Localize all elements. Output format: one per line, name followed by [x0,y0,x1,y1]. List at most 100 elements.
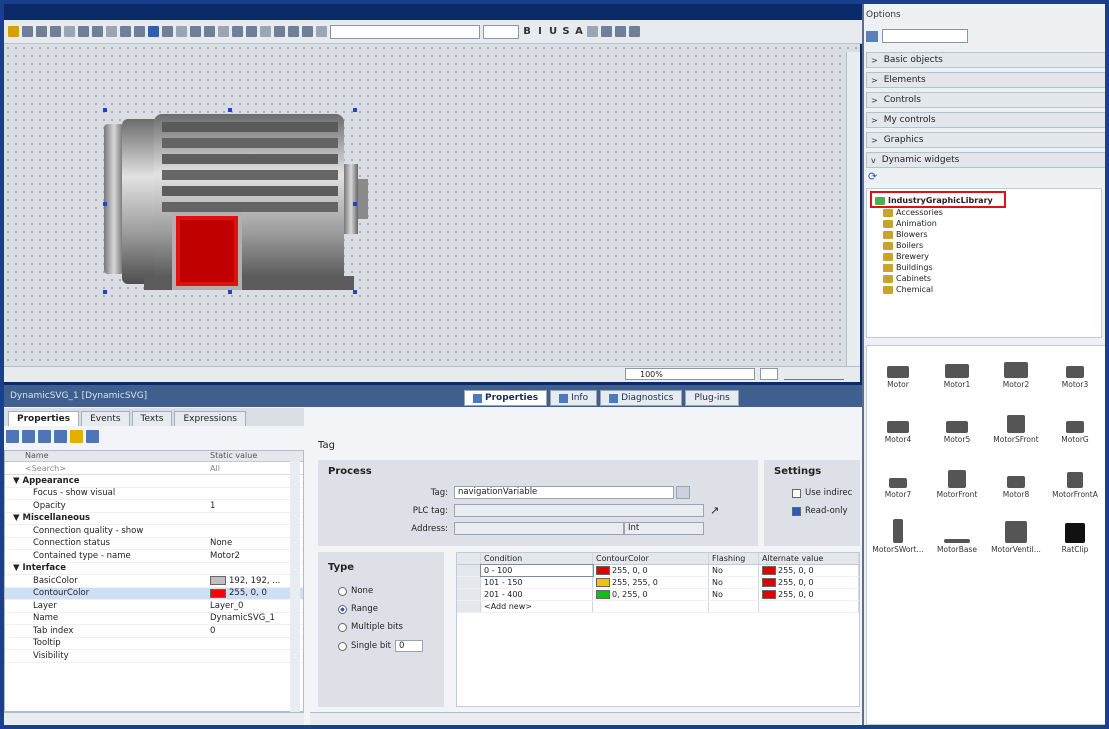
align-center-icon[interactable] [36,26,47,37]
table-row[interactable]: 201 - 400 0, 255, 0 No 255, 0, 0 [457,589,859,601]
category-item[interactable]: > Elements [866,72,1106,88]
properties-horizontal-scrollbar[interactable] [310,712,860,726]
library-folder-item[interactable]: Boilers [867,240,1101,251]
condition-cell[interactable]: 101 - 150 [481,577,593,588]
property-row[interactable]: Layer Layer_0 [5,600,303,613]
property-row[interactable]: ▼ Miscellaneous [5,513,303,525]
link-icon[interactable]: ↗ [710,504,719,517]
condition-cell[interactable]: 0 - 100 [480,564,594,577]
same-width-icon[interactable] [120,26,131,37]
property-row[interactable]: Connection quality - show [5,525,303,538]
type-none-radio[interactable]: None [338,586,373,596]
table-row[interactable]: 101 - 150 255, 255, 0 No 255, 0, 0 [457,577,859,589]
font-select[interactable] [330,24,480,39]
color-swatch[interactable] [210,576,226,586]
color-swatch[interactable] [210,588,226,598]
table-row[interactable]: 0 - 100 255, 0, 0 No 255, 0, 0 [457,564,859,577]
widget-thumbnail[interactable]: MotorFrontA [1046,464,1104,499]
property-horizontal-scrollbar[interactable] [4,712,304,726]
filter-icon[interactable] [54,430,67,443]
zoom-field[interactable]: 100% [625,368,755,380]
property-row[interactable]: ContourColor 255, 0, 0 [5,587,303,600]
flashing-cell[interactable] [709,601,759,612]
widget-thumbnail[interactable]: MotorG [1046,409,1104,444]
canvas-vertical-scrollbar[interactable] [846,52,860,366]
alternate-value-cell[interactable] [759,601,859,612]
widget-thumbnail[interactable]: MotorSWort... [869,519,927,554]
text-color-icon[interactable] [587,26,598,37]
align-text-center-icon[interactable] [615,26,626,37]
color-line-icon[interactable] [288,26,299,37]
library-folder-item[interactable]: Chemical [867,284,1101,295]
widget-thumbnail[interactable]: Motor3 [1046,354,1104,389]
property-row[interactable]: Tab index 0 [5,625,303,638]
widget-thumbnail[interactable]: Motor7 [869,464,927,499]
condition-cell[interactable]: 201 - 400 [481,589,593,600]
zoom-slider[interactable] [784,368,844,380]
library-folder-item[interactable]: Cabinets [867,273,1101,284]
condition-cell[interactable]: <Add new> [481,601,593,612]
toolbar-tool-icon[interactable] [8,26,19,37]
library-folder-item[interactable]: Animation [867,218,1101,229]
property-row[interactable]: Contained type - name Motor2 [5,550,303,563]
category-item[interactable]: > Graphics [866,132,1106,148]
bold-button[interactable]: B [522,26,532,37]
category-item[interactable]: > Controls [866,92,1106,108]
property-filter-select[interactable]: All [210,464,220,473]
property-row[interactable]: Tooltip [5,638,303,650]
category-item[interactable]: v Dynamic widgets [866,152,1106,168]
read-only-checkbox[interactable]: Read-only [792,506,848,516]
selection-handle[interactable] [353,108,357,112]
tab-properties[interactable]: Properties [464,390,548,406]
property-row[interactable]: BasicColor 192, 192, ... [5,575,303,588]
selection-handle[interactable] [353,290,357,294]
grid-icon[interactable] [246,26,257,37]
property-search-input[interactable]: <Search> [5,464,210,473]
library-folder-item[interactable]: Blowers [867,229,1101,240]
options-select[interactable] [882,29,968,43]
selection-handle[interactable] [103,108,107,112]
category-icon[interactable] [22,430,35,443]
align-middle-icon[interactable] [78,26,89,37]
library-folder-item[interactable]: Buildings [867,262,1101,273]
ungroup-icon[interactable] [162,26,173,37]
selection-handle[interactable] [103,202,107,206]
subtab-properties[interactable]: Properties [8,411,80,426]
widget-thumbnail[interactable]: Motor4 [869,409,927,444]
underline-button[interactable]: U [548,26,558,37]
layer-icon[interactable] [232,26,243,37]
contour-color-cell[interactable]: 0, 255, 0 [593,589,709,600]
property-row[interactable]: ▼ Appearance [5,475,303,488]
widget-thumbnail[interactable]: Motor [869,354,927,389]
favorite-icon[interactable] [70,430,83,443]
line-style-icon[interactable] [316,26,327,37]
align-top-icon[interactable] [64,26,75,37]
contour-color-cell[interactable]: 255, 255, 0 [593,577,709,588]
widget-thumbnail[interactable]: Motor5 [928,409,986,444]
flashing-cell[interactable]: No [709,589,759,600]
property-list-scrollbar[interactable] [290,461,300,712]
tag-input[interactable]: navigationVariable [454,486,674,499]
flashing-cell[interactable]: No [709,565,759,576]
single-bit-stepper[interactable]: 0 [394,640,423,652]
tab-plugins[interactable]: Plug-ins [685,390,739,406]
library-folder-item[interactable]: Accessories [867,207,1101,218]
screen-canvas[interactable] [4,44,860,366]
table-row[interactable]: <Add new> [457,601,859,613]
use-indirect-checkbox[interactable]: Use indirec [792,488,852,498]
font-size-select[interactable] [483,24,519,39]
property-row[interactable]: Opacity 1 [5,500,303,513]
list-icon[interactable] [38,430,51,443]
align-left-icon[interactable] [22,26,33,37]
align-text-right-icon[interactable] [629,26,640,37]
same-height-icon[interactable] [134,26,145,37]
type-multiple-bits-radio[interactable]: Multiple bits [338,622,403,632]
selection-handle[interactable] [228,108,232,112]
widget-thumbnail[interactable]: RatClip [1046,519,1104,554]
type-range-radio[interactable]: Range [338,604,378,614]
property-row[interactable]: ▼ Interface [5,563,303,575]
color-fill-icon[interactable] [274,26,285,37]
property-row[interactable]: Visibility [5,650,303,663]
bring-front-icon[interactable] [176,26,187,37]
type-single-bit-radio[interactable]: Single bit 0 [338,640,423,652]
